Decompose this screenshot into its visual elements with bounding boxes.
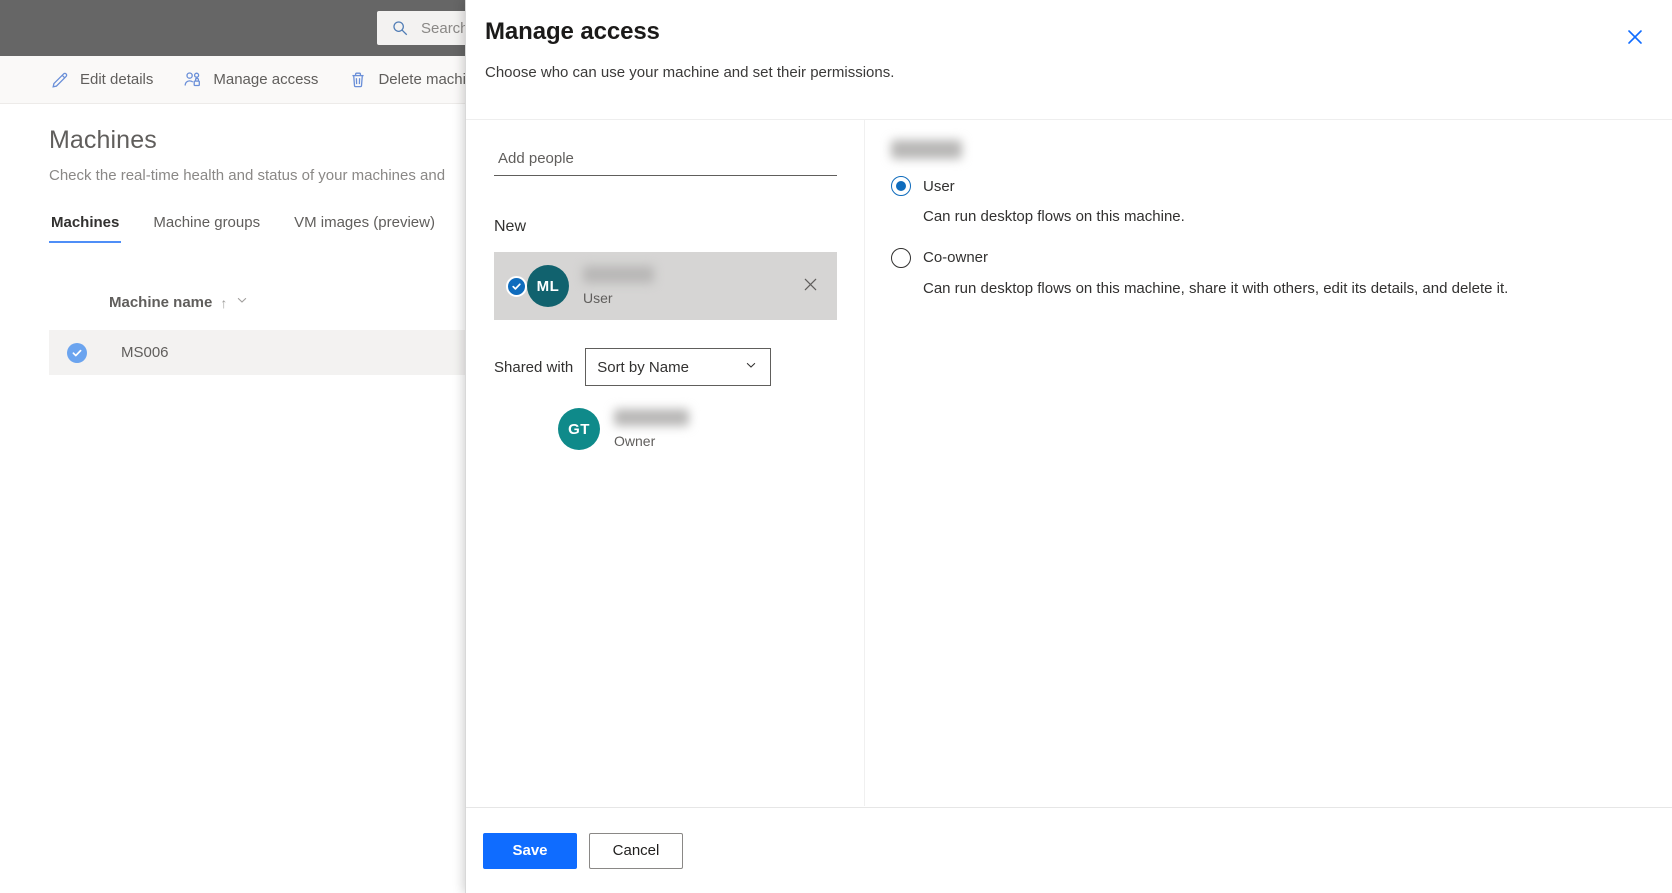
- chevron-down-icon: [744, 358, 758, 376]
- permission-radio-group: User Can run desktop flows on this machi…: [891, 176, 1672, 300]
- avatar: GT: [558, 408, 600, 450]
- dialog-content: New ML User: [466, 120, 1672, 806]
- tab-machines[interactable]: Machines: [49, 210, 121, 243]
- search-placeholder-text: Search: [421, 20, 469, 37]
- new-person-row[interactable]: ML User: [494, 252, 837, 320]
- new-section-label: New: [494, 218, 836, 236]
- permissions-pane: User Can run desktop flows on this machi…: [865, 120, 1672, 806]
- trash-icon: [348, 70, 368, 90]
- close-icon: [1626, 28, 1644, 49]
- dialog-subtitle: Choose who can use your machine and set …: [485, 64, 1672, 81]
- person-name: [583, 266, 654, 283]
- radio-icon: [891, 248, 911, 268]
- sort-ascending-icon: ↑: [220, 295, 227, 311]
- people-pane: New ML User: [466, 120, 865, 806]
- radio-label-co-owner: Co-owner: [923, 249, 988, 266]
- sort-by-dropdown[interactable]: Sort by Name: [585, 348, 771, 386]
- radio-option-user[interactable]: User: [891, 176, 1672, 196]
- edit-details-button[interactable]: Edit details: [40, 64, 163, 96]
- manage-access-icon: [183, 70, 203, 90]
- tab-vm-images[interactable]: VM images (preview): [292, 210, 437, 243]
- radio-spacer: [891, 228, 1672, 248]
- pencil-icon: [50, 70, 70, 90]
- column-header-machine-name[interactable]: Machine name: [109, 294, 212, 311]
- radio-option-co-owner[interactable]: Co-owner: [891, 248, 1672, 268]
- radio-label-user: User: [923, 178, 955, 195]
- tab-machine-groups[interactable]: Machine groups: [151, 210, 262, 243]
- search-icon: [391, 19, 409, 37]
- edit-details-label: Edit details: [80, 71, 153, 88]
- dialog-footer: Save Cancel: [466, 807, 1672, 893]
- cancel-button[interactable]: Cancel: [589, 833, 683, 869]
- radio-icon: [891, 176, 911, 196]
- app-root: Search Edit details: [0, 0, 1672, 893]
- close-dialog-button[interactable]: [1619, 22, 1651, 54]
- machine-name-cell: MS006: [121, 344, 169, 361]
- radio-description-co-owner: Can run desktop flows on this machine, s…: [923, 278, 1523, 300]
- sort-by-value: Sort by Name: [597, 359, 689, 376]
- person-details: User: [583, 266, 797, 306]
- permission-target-name: [891, 140, 962, 159]
- person-details: Owner: [614, 409, 836, 449]
- add-people-input[interactable]: [494, 146, 837, 176]
- person-name: [614, 409, 689, 426]
- person-selected-checkmark-icon[interactable]: [506, 276, 527, 297]
- shared-with-label: Shared with: [494, 359, 573, 376]
- dialog-title: Manage access: [485, 18, 1672, 46]
- remove-person-button[interactable]: [797, 273, 823, 299]
- person-role: User: [583, 290, 797, 306]
- close-icon: [802, 276, 819, 296]
- manage-access-dialog: Manage access Choose who can use your ma…: [465, 0, 1672, 893]
- shared-person-row[interactable]: GT Owner: [494, 408, 836, 450]
- avatar: ML: [527, 265, 569, 307]
- row-selected-checkmark-icon[interactable]: [67, 343, 87, 363]
- person-role: Owner: [614, 433, 836, 449]
- radio-description-user: Can run desktop flows on this machine.: [923, 206, 1523, 228]
- dialog-header: Manage access Choose who can use your ma…: [466, 0, 1672, 120]
- manage-access-label: Manage access: [213, 71, 318, 88]
- shared-with-row: Shared with Sort by Name: [494, 348, 836, 386]
- chevron-down-icon[interactable]: [235, 293, 249, 312]
- save-button[interactable]: Save: [483, 833, 577, 869]
- manage-access-button[interactable]: Manage access: [173, 64, 328, 96]
